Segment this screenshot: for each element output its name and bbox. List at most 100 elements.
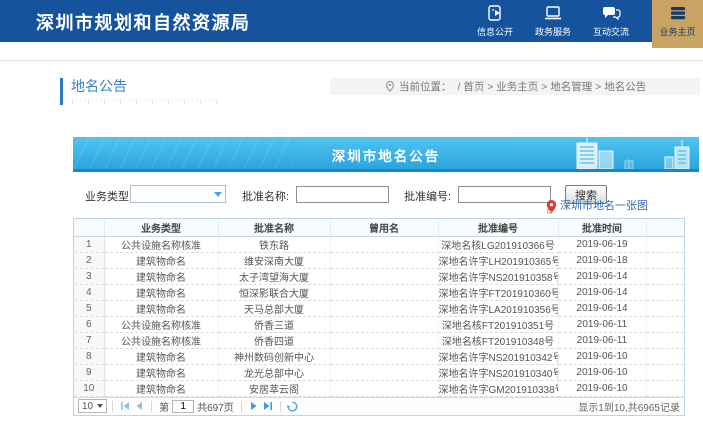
chat-icon [582,4,640,24]
first-page-button[interactable] [118,399,132,413]
next-page-icon [249,401,259,411]
table-cell: 2019-06-10 [558,364,646,380]
business-type-select[interactable] [130,185,226,203]
refresh-icon [287,401,298,412]
table-cell-spacer [646,300,684,316]
table-cell-spacer [646,380,684,396]
next-page-button[interactable] [247,399,261,413]
col-header-former-name[interactable]: 曾用名 [330,219,438,236]
table-cell [330,284,438,300]
approved-name-label: 批准名称: [242,188,289,204]
chevron-down-icon [214,192,222,197]
page-subtitle-marks: |'''|'''|'''|'''|'''|'''|'''|'''|'''| [71,99,219,105]
table-cell [330,300,438,316]
table-cell: 建筑物命名 [104,348,218,364]
table-cell: 2019-06-18 [558,252,646,268]
table-cell: 龙光总部中心 [218,364,330,380]
table-cell: 2019-06-11 [558,332,646,348]
table-cell-spacer [646,364,684,380]
breadcrumb-label: 当前位置： [399,79,452,94]
pager-divider [112,401,113,412]
table-cell: 深地名许字GM201910338号 [438,380,558,396]
table-cell: 深地名许字NS201910342号 [438,348,558,364]
records-summary: 显示1到10,共6965记录 [578,399,680,414]
table-cell: 建筑物命名 [104,268,218,284]
col-header-approval-date[interactable]: 批准时间 [558,219,646,236]
banner: 深圳市地名公告 [73,137,699,172]
page-size-select[interactable]: 10 [78,399,107,413]
table-cell: 9 [74,364,104,380]
nav-item-info-disclosure[interactable]: 信息公开 [466,0,524,42]
table-cell: 3 [74,268,104,284]
table-row[interactable]: 4建筑物命名恒深影联合大厦深地名许字FT201910360号2019-06-14 [74,284,684,300]
table-cell-spacer [646,316,684,332]
table-cell: 建筑物命名 [104,364,218,380]
table-cell [330,332,438,348]
prev-page-icon [134,401,144,411]
pagination-bar: 10 第 共697页 [74,397,684,415]
table-cell: 2019-06-10 [558,380,646,396]
table-cell: 恒深影联合大厦 [218,284,330,300]
table-row[interactable]: 9建筑物命名龙光总部中心 深地名许字NS201910340号2019-06-10 [74,364,684,380]
table-cell: 深地名核LG201910366号 [438,236,558,252]
table-row[interactable]: 8建筑物命名神州数码创新中心深地名许字NS201910342号2019-06-1… [74,348,684,364]
prev-page-button[interactable] [132,399,146,413]
nav-item-business-home[interactable]: 业务主页 [652,0,703,48]
nav-label: 政务服务 [524,25,582,38]
breadcrumb: 当前位置： / 首页 > 业务主页 > 地名管理 > 地名公告 [330,78,700,95]
col-header-approval-no[interactable]: 批准编号 [438,219,558,236]
announcement-grid: 业务类型 批准名称 曾用名 批准编号 批准时间 1公共设施名称核准铁东路深地名核… [73,218,685,416]
last-page-button[interactable] [261,399,275,413]
table-cell: 2019-06-14 [558,284,646,300]
refresh-button[interactable] [286,399,300,413]
table-cell [330,380,438,396]
table-cell-spacer [646,284,684,300]
table-row[interactable]: 1公共设施名称核准铁东路深地名核LG201910366号2019-06-19 [74,236,684,252]
announcement-table: 业务类型 批准名称 曾用名 批准编号 批准时间 1公共设施名称核准铁东路深地名核… [74,219,684,397]
total-pages: 共697页 [197,399,234,414]
table-cell: 1 [74,236,104,252]
table-row[interactable]: 3建筑物命名太子湾望海大厦深地名许字NS201910358号2019-06-14 [74,268,684,284]
table-row[interactable]: 6公共设施名称核准侨香三道深地名核FT201910351号2019-06-11 [74,316,684,332]
page-title: 地名公告 [71,78,219,94]
table-cell: 4 [74,284,104,300]
breadcrumb-path[interactable]: / 首页 > 业务主页 > 地名管理 > 地名公告 [458,79,647,94]
table-cell: 2019-06-19 [558,236,646,252]
nav-label: 业务主页 [652,25,703,38]
first-page-icon [120,401,130,411]
city-map-link-text: 深圳市地名一张图 [560,200,648,213]
approved-name-input[interactable] [296,186,389,203]
page-number-input[interactable] [172,400,194,413]
table-cell [330,364,438,380]
city-map-link[interactable]: 深圳市地名一张图 [546,200,648,214]
banner-title: 深圳市地名公告 [73,145,699,165]
table-header-row: 业务类型 批准名称 曾用名 批准编号 批准时间 [74,219,684,236]
col-header-business-type[interactable]: 业务类型 [104,219,218,236]
table-cell: 侨香三道 [218,316,330,332]
table-cell: 深地名许字NS201910340号 [438,364,558,380]
top-header-bar: 深圳市规划和自然资源局 信息公开 政务服务 互动交流 业务主页 [0,0,703,42]
table-cell: 建筑物命名 [104,380,218,396]
table-cell: 侨香四道 [218,332,330,348]
col-header-approved-name[interactable]: 批准名称 [218,219,330,236]
table-row[interactable]: 10建筑物命名安居萃云阁深地名许字GM201910338号2019-06-10 [74,380,684,396]
table-cell: 建筑物命名 [104,284,218,300]
table-cell: 神州数码创新中心 [218,348,330,364]
nav-item-gov-services[interactable]: 政务服务 [524,0,582,42]
table-cell-spacer [646,236,684,252]
table-cell: 公共设施名称核准 [104,316,218,332]
page: 深圳市规划和自然资源局 信息公开 政务服务 互动交流 业务主页 [0,0,703,430]
table-row[interactable]: 5建筑物命名天马总部大厦深地名许字LA201910356号2019-06-14 [74,300,684,316]
table-row[interactable]: 2建筑物命名维安深南大厦深地名许字LH201910365号2019-06-18 [74,252,684,268]
table-cell: 深地名许字NS201910358号 [438,268,558,284]
table-cell [330,252,438,268]
table-cell: 10 [74,380,104,396]
table-cell: 2019-06-10 [558,348,646,364]
table-cell: 深地名许字LA201910356号 [438,300,558,316]
table-cell: 建筑物命名 [104,300,218,316]
table-row[interactable]: 7公共设施名称核准侨香四道深地名核FT201910348号2019-06-11 [74,332,684,348]
nav-item-interaction[interactable]: 互动交流 [582,0,640,42]
approval-no-input[interactable] [458,186,551,203]
pager-divider [241,401,242,412]
table-cell: 深地名许字LH201910365号 [438,252,558,268]
